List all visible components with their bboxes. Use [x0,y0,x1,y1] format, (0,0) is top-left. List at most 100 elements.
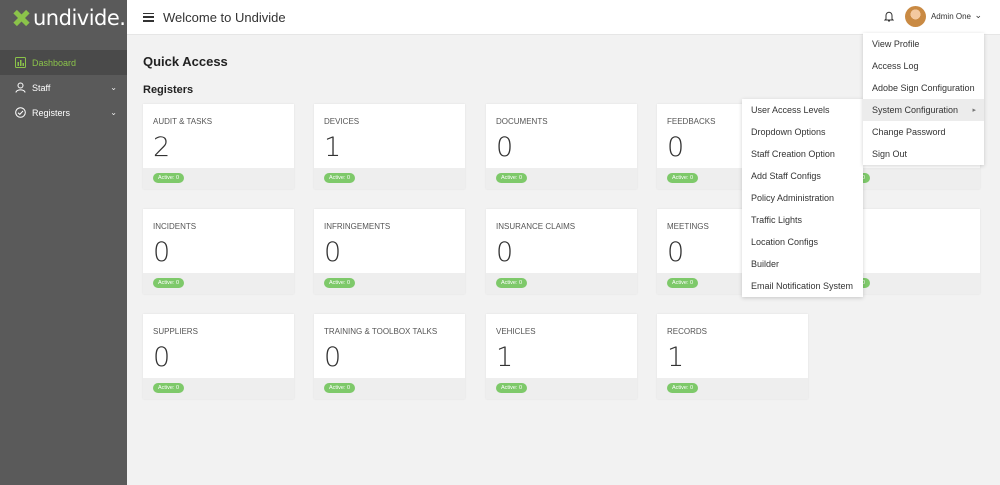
card-label: INSURANCE CLAIMS [496,222,576,231]
person-icon [14,82,26,94]
menu-item-change-password[interactable]: Change Password [863,121,984,143]
register-card[interactable]: RECORDS 1 Active: 0 [657,314,808,399]
card-label: DEVICES [324,117,360,126]
card-label: FEEDBACKS [667,117,716,126]
menu-item-label: System Configuration [872,105,959,115]
card-label: AUDIT & TASKS [153,117,213,126]
card-label: INFRINGEMENTS [324,222,391,231]
register-card[interactable]: INFRINGEMENTS 0 Active: 0 [314,209,465,294]
avatar[interactable] [905,6,926,27]
register-card[interactable]: DOCUMENTS 0 Active: 0 [486,104,637,189]
card-footer: Active: 0 [657,378,808,399]
status-badge: Active: 0 [496,383,528,393]
register-card[interactable]: TRAINING & TOOLBOX TALKS 0 Active: 0 [314,314,465,399]
card-footer: Active: 0 [314,273,465,294]
menu-item-policy-administration[interactable]: Policy Administration [742,187,863,209]
menu-item-label: Access Log [872,61,919,71]
card-count: 0 [153,342,171,373]
status-badge: Active: 0 [153,278,185,288]
card-count: 0 [667,237,685,268]
register-card[interactable]: INSURANCE CLAIMS 0 Active: 0 [486,209,637,294]
card-count: 0 [496,132,514,163]
card-footer: Active: 0 [486,273,637,294]
status-badge: Active: 0 [667,383,699,393]
menu-item-location-configs[interactable]: Location Configs [742,231,863,253]
menu-item-access-log[interactable]: Access Log [863,55,984,77]
chevron-down-icon: ⌄ [110,108,117,117]
card-label: INCIDENTS [153,222,197,231]
status-badge: Active: 0 [667,278,699,288]
menu-item-label: Adobe Sign Configuration [872,83,975,93]
sidebar-item-registers[interactable]: Registers ⌄ [0,100,127,125]
sidebar-item-label: Registers [32,107,71,118]
card-label: SUPPLIERS [153,327,198,336]
menu-item-add-staff-configs[interactable]: Add Staff Configs [742,165,863,187]
card-count: 1 [324,132,342,163]
logo-text: undivide. [33,6,126,30]
card-label: MEETINGS [667,222,709,231]
status-badge: Active: 0 [153,173,185,183]
bell-icon[interactable] [883,11,895,25]
card-footer: Active: 0 [143,378,294,399]
menu-item-builder[interactable]: Builder [742,253,863,275]
register-card[interactable]: INCIDENTS 0 Active: 0 [143,209,294,294]
status-badge: Active: 0 [324,278,356,288]
status-badge: Active: 0 [324,173,356,183]
sidebar-item-dashboard[interactable]: Dashboard [0,50,127,75]
card-footer: Active: 0 [314,378,465,399]
status-badge: Active: 0 [153,383,185,393]
card-label: TRAINING & TOOLBOX TALKS [324,327,438,336]
menu-item-label: Sign Out [872,149,908,159]
menu-item-traffic-lights[interactable]: Traffic Lights [742,209,863,231]
sidebar-item-label: Staff [32,82,51,93]
menu-item-system-configuration[interactable]: System Configuration ▸ [863,99,984,121]
logo-mark-icon [14,10,30,26]
card-count: 2 [153,132,171,163]
menu-item-view-profile[interactable]: View Profile [863,33,984,55]
menu-item-staff-creation-option[interactable]: Staff Creation Option [742,143,863,165]
system-configuration-submenu: User Access Levels Dropdown Options Staf… [742,99,863,297]
status-badge: Active: 0 [324,383,356,393]
card-label: VEHICLES [496,327,536,336]
card-footer: Active: 0 [143,273,294,294]
page-title: Quick Access [143,54,228,69]
card-footer: Active: 0 [314,168,465,189]
user-name[interactable]: Admin One [931,12,971,21]
chevron-right-icon: ▸ [972,107,976,114]
top-header: Welcome to Undivide Admin One ⌄ [127,0,1000,35]
logo[interactable]: undivide. [0,0,127,36]
card-count: 0 [324,342,342,373]
register-card[interactable]: SUPPLIERS 0 Active: 0 [143,314,294,399]
sidebar-item-staff[interactable]: Staff ⌄ [0,75,127,100]
card-label: DOCUMENTS [496,117,548,126]
card-footer: Active: 0 [486,378,637,399]
page-welcome-title: Welcome to Undivide [163,9,286,25]
user-dropdown-menu: View Profile Access Log Adobe Sign Confi… [863,33,984,165]
register-card[interactable]: DEVICES 1 Active: 0 [314,104,465,189]
card-footer: Active: 0 [143,168,294,189]
card-count: 1 [496,342,514,373]
dashboard-icon [14,57,26,69]
menu-item-email-notification-system[interactable]: Email Notification System [742,275,863,297]
sidebar-item-label: Dashboard [32,57,77,68]
card-footer: Active: 0 [486,168,637,189]
menu-item-label: Change Password [872,127,946,137]
menu-item-dropdown-options[interactable]: Dropdown Options [742,121,863,143]
menu-item-adobe-sign-configuration[interactable]: Adobe Sign Configuration [863,77,984,99]
hamburger-menu-icon[interactable] [143,12,154,22]
menu-item-label: View Profile [872,39,920,49]
card-count: 0 [496,237,514,268]
sidebar: undivide. Dashboard Staff ⌄ Registers ⌄ [0,0,127,485]
card-label: RECORDS [667,327,708,336]
card-count: 1 [667,342,685,373]
menu-item-user-access-levels[interactable]: User Access Levels [742,99,863,121]
menu-item-sign-out[interactable]: Sign Out [863,143,984,165]
chevron-down-icon[interactable]: ⌄ [974,10,982,21]
register-card[interactable]: VEHICLES 1 Active: 0 [486,314,637,399]
check-circle-icon [14,107,26,119]
card-count: 0 [667,132,685,163]
status-badge: Active: 0 [496,278,528,288]
register-card[interactable]: AUDIT & TASKS 2 Active: 0 [143,104,294,189]
section-title: Registers [143,84,194,96]
card-count: 0 [153,237,171,268]
